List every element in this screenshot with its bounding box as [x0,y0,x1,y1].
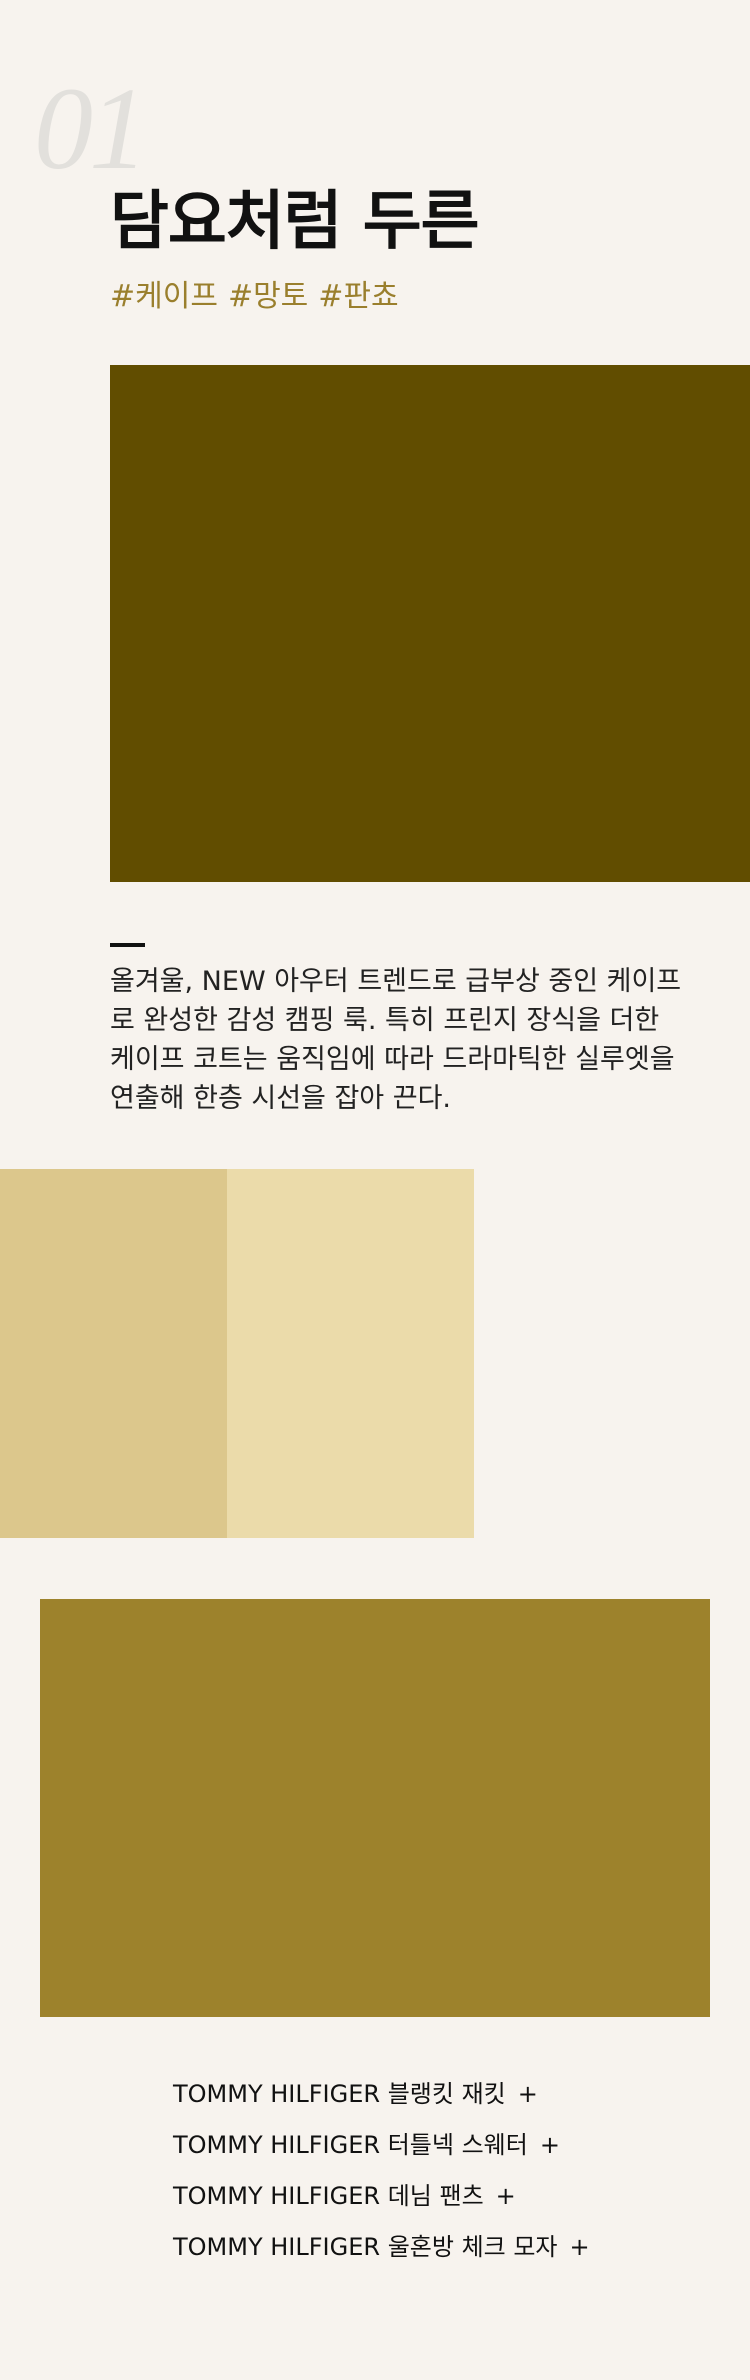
hashtag-list: #케이프 #망토 #판쵸 [110,280,399,313]
section-title: 담요처럼 두른 [110,185,480,259]
hero-image [110,365,750,882]
product-name: TOMMY HILFIGER 데님 팬츠 [173,2181,484,2210]
color-swatch-left [0,1169,227,1538]
hashtag-poncho[interactable]: #판쵸 [318,280,398,313]
product-item: TOMMY HILFIGER 데님 팬츠 + [173,2170,590,2221]
color-swatch-right [227,1169,474,1538]
product-link-denim-pants[interactable]: TOMMY HILFIGER 데님 팬츠 + [173,2170,590,2221]
plus-icon: + [517,2079,538,2108]
description-text: 올겨울, NEW 아우터 트렌드로 급부상 중인 케이프로 완성한 감성 캠핑 … [110,966,682,1114]
plus-icon: + [539,2130,560,2159]
product-name: TOMMY HILFIGER 터틀넥 스웨터 [173,2130,528,2159]
product-item: TOMMY HILFIGER 울혼방 체크 모자 + [173,2221,590,2272]
plus-icon: + [495,2181,516,2210]
product-link-blanket-jacket[interactable]: TOMMY HILFIGER 블랭킷 재킷 + [173,2068,590,2119]
product-item: TOMMY HILFIGER 블랭킷 재킷 + [173,2068,590,2119]
hashtag-mantle[interactable]: #망토 [228,280,308,313]
product-list: TOMMY HILFIGER 블랭킷 재킷 + TOMMY HILFIGER 터… [173,2068,590,2272]
product-name: TOMMY HILFIGER 블랭킷 재킷 [173,2079,506,2108]
plus-icon: + [569,2232,590,2261]
section-number: 01 [34,63,148,194]
product-link-turtleneck-sweater[interactable]: TOMMY HILFIGER 터틀넥 스웨터 + [173,2119,590,2170]
description-rule [110,943,145,947]
product-item: TOMMY HILFIGER 터틀넥 스웨터 + [173,2119,590,2170]
product-link-wool-check-hat[interactable]: TOMMY HILFIGER 울혼방 체크 모자 + [173,2221,590,2272]
lookbook-image [40,1599,710,2017]
hashtag-cape[interactable]: #케이프 [110,280,218,313]
product-name: TOMMY HILFIGER 울혼방 체크 모자 [173,2232,558,2261]
